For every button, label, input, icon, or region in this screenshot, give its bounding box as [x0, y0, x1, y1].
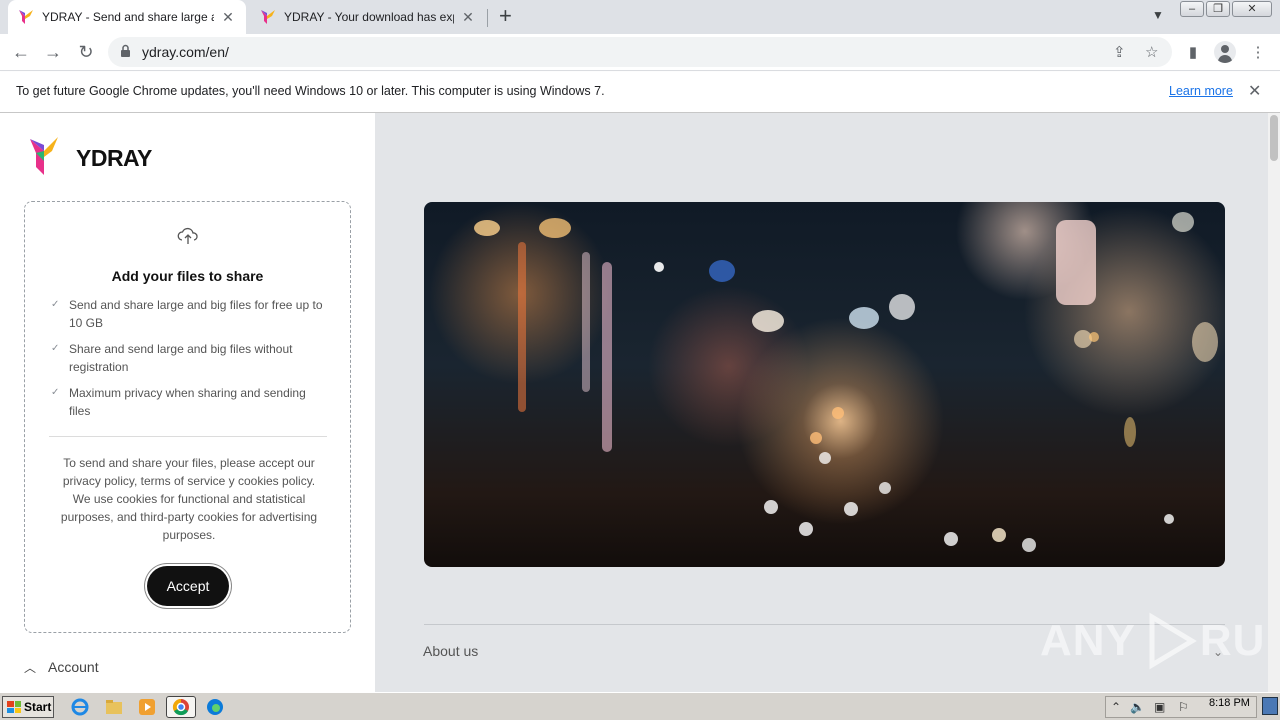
page-scrollbar[interactable]: [1268, 113, 1280, 692]
infobar-close-icon[interactable]: ✕: [1248, 81, 1261, 101]
play-triangle-icon: [1149, 612, 1197, 670]
tab-search-chevron-icon[interactable]: ▼: [1152, 8, 1164, 22]
url-text[interactable]: ydray.com/en/: [142, 44, 229, 60]
feature-text: Send and share large and big files for f…: [69, 298, 323, 330]
feature-item: ✓ Send and share large and big files for…: [51, 296, 323, 332]
back-arrow-icon[interactable]: ←: [10, 41, 32, 63]
check-icon: ✓: [51, 343, 60, 354]
forward-arrow-icon[interactable]: →: [42, 41, 64, 63]
brand-name: YDRAY: [76, 145, 152, 171]
accept-button[interactable]: Accept: [147, 566, 229, 606]
tab-ydray-expired[interactable]: YDRAY - Your download has expired ✕: [250, 0, 486, 34]
volume-icon[interactable]: 🔈: [1130, 700, 1145, 714]
window-controls: – ❐ ✕: [1178, 1, 1272, 17]
card-divider: [49, 436, 327, 437]
chrome-taskbar-icon[interactable]: [166, 696, 196, 718]
tab-strip: YDRAY - Send and share large and b ✕ YDR…: [0, 0, 1280, 34]
check-icon: ✓: [51, 299, 60, 310]
tab-ydray-send[interactable]: YDRAY - Send and share large and b ✕: [8, 0, 246, 34]
lock-icon[interactable]: [120, 44, 131, 58]
start-label: Start: [24, 700, 52, 714]
sidebar: YDRAY Add your files to share ✓ Send and…: [0, 113, 375, 692]
feature-text: Share and send large and big files witho…: [69, 342, 293, 374]
profile-avatar-icon[interactable]: [1214, 41, 1236, 63]
ydray-favicon-icon: [261, 10, 275, 24]
account-toggle[interactable]: ︿ Account: [24, 659, 99, 676]
feature-item: ✓ Share and send large and big files wit…: [51, 340, 323, 376]
network-icon[interactable]: ▣: [1154, 700, 1165, 714]
media-player-icon[interactable]: [137, 697, 157, 717]
tab-close-icon[interactable]: ✕: [220, 9, 236, 26]
tab-separator: [487, 9, 488, 27]
internet-explorer-icon[interactable]: [70, 697, 90, 717]
file-explorer-icon[interactable]: [104, 697, 124, 717]
restore-icon[interactable]: ❐: [1206, 1, 1230, 17]
minimize-icon[interactable]: –: [1180, 1, 1204, 17]
address-bar[interactable]: ydray.com/en/ ⇪ ☆: [108, 37, 1172, 67]
update-infobar: To get future Google Chrome updates, you…: [0, 72, 1280, 113]
check-icon: ✓: [51, 387, 60, 398]
learn-more-link[interactable]: Learn more: [1169, 84, 1233, 98]
share-icon[interactable]: ⇪: [1113, 43, 1126, 61]
feature-text: Maximum privacy when sharing and sending…: [69, 386, 306, 418]
watermark-text-left: ANY: [1040, 616, 1136, 665]
infobar-message: To get future Google Chrome updates, you…: [16, 84, 605, 98]
ydray-favicon-icon: [19, 10, 33, 24]
cloud-upload-icon[interactable]: [177, 226, 199, 246]
action-center-flag-icon[interactable]: ⚐: [1178, 700, 1189, 714]
show-desktop-icon[interactable]: [1262, 697, 1278, 715]
page-content: YDRAY Add your files to share ✓ Send and…: [0, 113, 1280, 692]
menu-kebab-icon[interactable]: ⋮: [1247, 42, 1269, 64]
windows-taskbar: Start ⌃ 🔈 ▣ ⚐ 8:18 PM: [0, 692, 1280, 720]
tab-close-icon[interactable]: ✕: [460, 9, 476, 26]
consent-text: To send and share your files, please acc…: [60, 456, 318, 542]
edge-icon[interactable]: [205, 697, 225, 717]
new-tab-icon[interactable]: +: [499, 5, 512, 27]
feature-item: ✓ Maximum privacy when sharing and sendi…: [51, 384, 323, 420]
tab-title: YDRAY - Send and share large and b: [42, 10, 214, 24]
anyrun-watermark: ANY RUN: [1040, 611, 1280, 671]
scrollbar-thumb[interactable]: [1270, 115, 1278, 161]
ydray-logo-icon: [30, 137, 58, 175]
start-button[interactable]: Start: [2, 696, 54, 718]
hero-image-city-bokeh: [424, 202, 1225, 567]
about-us-link[interactable]: About us: [423, 643, 478, 659]
account-label: Account: [48, 659, 99, 675]
reload-icon[interactable]: ↻: [75, 41, 97, 63]
chevron-up-icon: ︿: [24, 661, 37, 675]
upload-card[interactable]: Add your files to share ✓ Send and share…: [24, 201, 351, 633]
bookmark-star-icon[interactable]: ☆: [1145, 43, 1158, 61]
tab-title: YDRAY - Your download has expired: [284, 10, 454, 24]
card-title: Add your files to share: [111, 268, 264, 284]
tray-expand-icon[interactable]: ⌃: [1111, 700, 1121, 714]
browser-toolbar: ← → ↻ ydray.com/en/ ⇪ ☆ ▮ ⋮: [0, 34, 1280, 71]
taskbar-clock[interactable]: 8:18 PM: [1209, 697, 1250, 709]
side-panel-icon[interactable]: ▮: [1182, 42, 1204, 64]
windows-logo-icon: [7, 701, 21, 713]
window-close-icon[interactable]: ✕: [1232, 1, 1272, 17]
